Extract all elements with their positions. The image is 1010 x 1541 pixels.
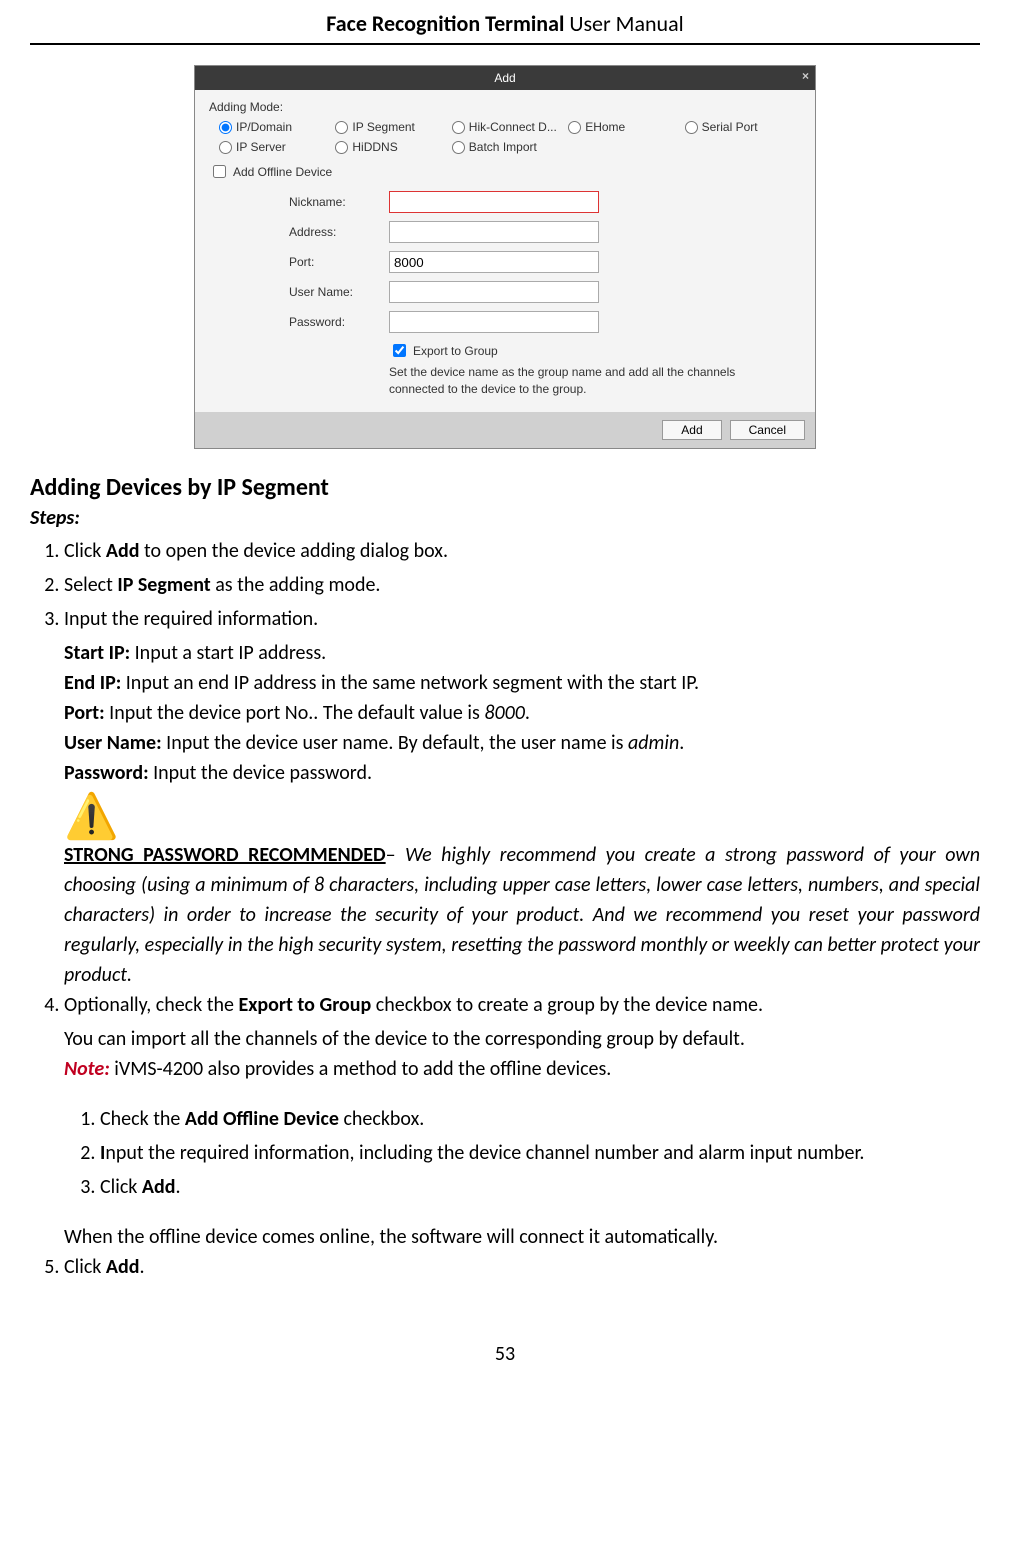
- step-2: Select IP Segment as the adding mode.: [64, 570, 980, 600]
- address-input[interactable]: [389, 221, 599, 243]
- step-4: Optionally, check the Export to Group ch…: [64, 990, 980, 1020]
- substep-1: Check the Add Offline Device checkbox.: [100, 1104, 980, 1134]
- cancel-button[interactable]: Cancel: [730, 420, 805, 440]
- port-label: Port:: [289, 255, 389, 269]
- add-dialog: Add × Adding Mode: IP/Domain IP Segment …: [194, 65, 816, 449]
- export-note: Set the device name as the group name an…: [389, 364, 769, 398]
- radio-hik-connect[interactable]: Hik-Connect D...: [452, 120, 568, 134]
- end-ip-line: End IP: Input an end IP address in the s…: [64, 668, 980, 698]
- header-normal: User Manual: [564, 10, 683, 37]
- password-line: Password: Input the device password.: [64, 758, 980, 788]
- substep-3: Click Add.: [100, 1172, 980, 1202]
- port-line: Port: Input the device port No.. The def…: [64, 698, 980, 728]
- password-input[interactable]: [389, 311, 599, 333]
- step-1: Click Add to open the device adding dial…: [64, 536, 980, 566]
- add-button[interactable]: Add: [662, 420, 721, 440]
- dialog-title: Add: [494, 71, 515, 85]
- radio-ip-segment[interactable]: IP Segment: [335, 120, 451, 134]
- username-line: User Name: Input the device user name. B…: [64, 728, 980, 758]
- port-input[interactable]: [389, 251, 599, 273]
- start-ip-line: Start IP: Input a start IP address.: [64, 638, 980, 668]
- close-icon[interactable]: ×: [802, 69, 809, 83]
- adding-mode-radios: IP/Domain IP Segment Hik-Connect D... EH…: [219, 120, 801, 154]
- address-label: Address:: [289, 225, 389, 239]
- username-label: User Name:: [289, 285, 389, 299]
- export-to-group-checkbox[interactable]: Export to Group: [389, 341, 801, 360]
- nickname-input[interactable]: [389, 191, 599, 213]
- warning-icon: ⚠️: [64, 794, 980, 838]
- radio-batch-import[interactable]: Batch Import: [452, 140, 568, 154]
- radio-ip-domain[interactable]: IP/Domain: [219, 120, 335, 134]
- password-label: Password:: [289, 315, 389, 329]
- steps-label: Steps:: [30, 506, 980, 530]
- adding-mode-label: Adding Mode:: [209, 100, 801, 114]
- section-title: Adding Devices by IP Segment: [30, 473, 980, 502]
- step-3: Input the required information.: [64, 604, 980, 634]
- radio-ehome[interactable]: EHome: [568, 120, 684, 134]
- strong-password-note: STRONG PASSWORD RECOMMENDED– We highly r…: [64, 840, 980, 990]
- page-number: 53: [30, 1342, 980, 1366]
- nickname-label: Nickname:: [289, 195, 389, 209]
- header-bold: Face Recognition Terminal: [326, 10, 564, 37]
- dialog-titlebar: Add ×: [195, 66, 815, 90]
- substep-2: Input the required information, includin…: [100, 1138, 980, 1168]
- add-offline-checkbox[interactable]: Add Offline Device: [209, 162, 801, 181]
- step-5: Click Add.: [64, 1252, 980, 1282]
- page-header: Face Recognition Terminal User Manual: [30, 10, 980, 45]
- note-line: Note: iVMS-4200 also provides a method t…: [64, 1054, 980, 1084]
- radio-ip-server[interactable]: IP Server: [219, 140, 335, 154]
- step-4-after: When the offline device comes online, th…: [64, 1222, 980, 1252]
- username-input[interactable]: [389, 281, 599, 303]
- radio-serial-port[interactable]: Serial Port: [685, 120, 801, 134]
- step-4-line2: You can import all the channels of the d…: [64, 1024, 980, 1054]
- radio-hiddns[interactable]: HiDDNS: [335, 140, 451, 154]
